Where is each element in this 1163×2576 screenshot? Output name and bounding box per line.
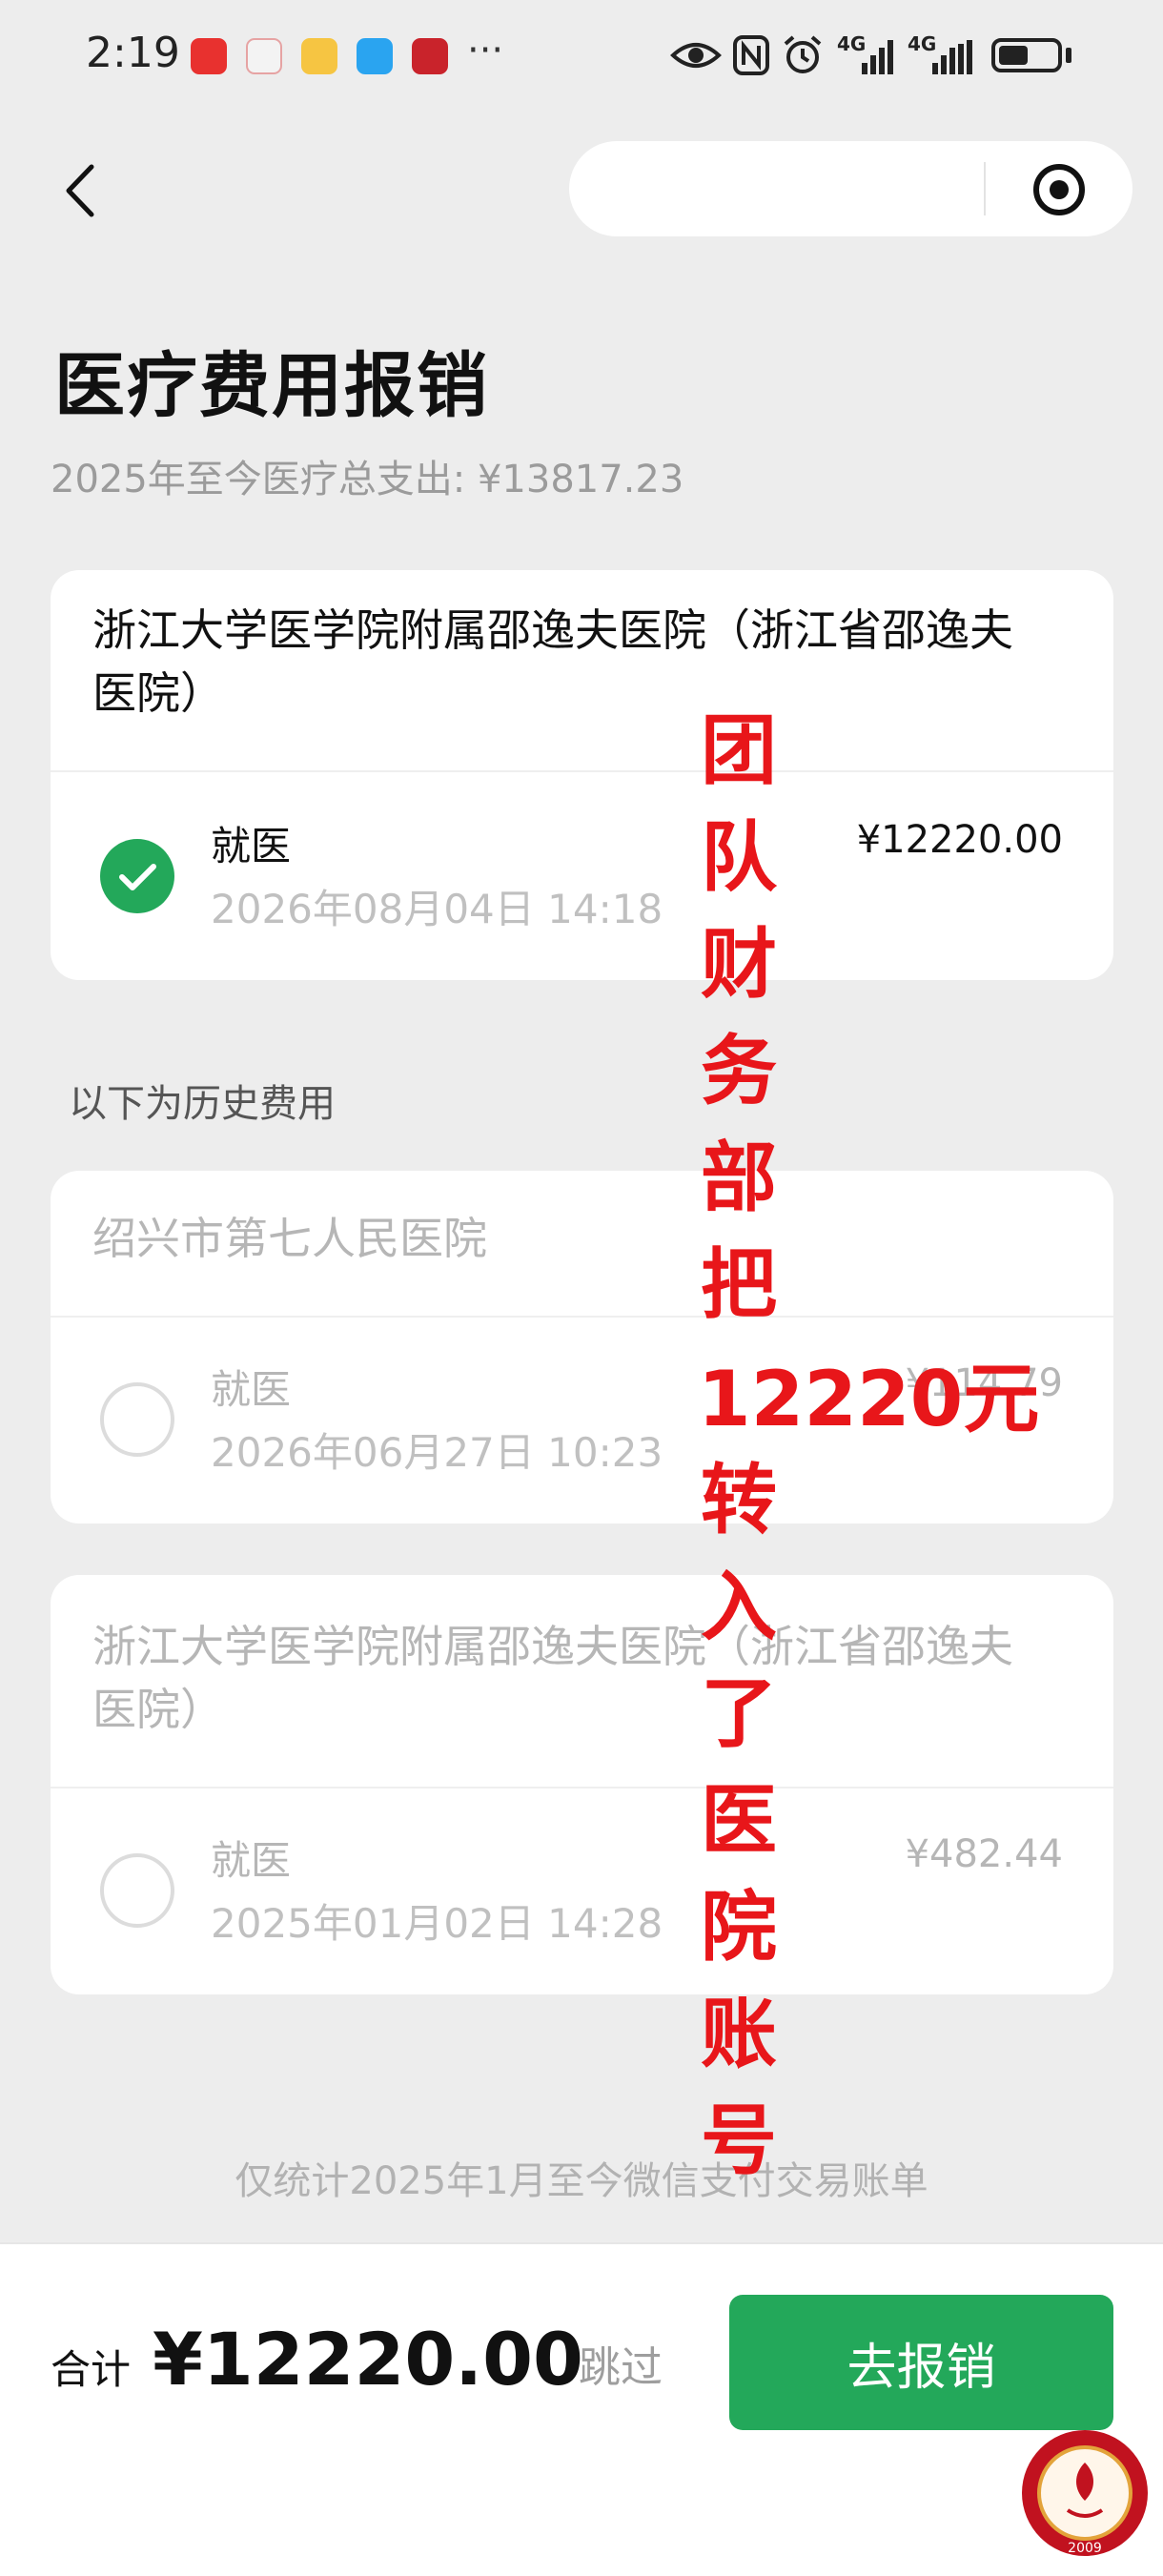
overlay-char: 团 [701, 706, 777, 795]
history-card-2[interactable]: 浙江大学医学院附属邵逸夫医院（浙江省邵逸夫医院） 就医 2025年01月02日 … [51, 1575, 1113, 1994]
overlay-char: 账 [701, 1990, 777, 2078]
total-amount: ¥12220.00 [153, 2317, 583, 2402]
unselected-check-icon[interactable] [100, 1853, 174, 1928]
expense-date: 2026年08月04日 14:18 [211, 886, 663, 932]
history-card-1[interactable]: 绍兴市第七人民医院 就医 2026年06月27日 10:23 ¥114.79 [51, 1171, 1113, 1523]
overlay-char: 入 [701, 1563, 777, 1651]
weibo-icon [301, 38, 337, 74]
skip-button[interactable]: 跳过 [579, 2333, 663, 2394]
expense-amount: ¥482.44 [905, 1832, 1063, 1876]
battery-icon [991, 38, 1062, 72]
target-icon[interactable] [1031, 162, 1087, 217]
overlay-char: 院 [701, 1883, 777, 1972]
eye-icon [670, 43, 722, 68]
overlay-number: 12220元 [698, 1355, 1040, 1443]
card-divider [51, 1787, 1113, 1789]
page-title: 医疗费用报销 [54, 345, 489, 427]
capsule-divider [984, 162, 986, 215]
expense-type: 就医 [211, 1366, 292, 1413]
overlay-char: 号 [701, 2096, 777, 2185]
status-time: 2:19 [86, 29, 180, 77]
hospital-name: 浙江大学医学院附属邵逸夫医院（浙江省邵逸夫医院） [92, 604, 1013, 719]
selected-check-icon[interactable] [100, 839, 174, 913]
card-divider [51, 770, 1113, 772]
nfc-icon [733, 35, 769, 75]
expense-type: 就医 [211, 1837, 292, 1884]
expense-type: 就医 [211, 823, 292, 869]
hospital-name: 绍兴市第七人民医院 [92, 1213, 487, 1264]
overlay-char: 了 [701, 1669, 777, 1758]
card-divider [51, 1316, 1113, 1318]
overlay-char: 财 [701, 920, 777, 1009]
signal-icon-2 [932, 40, 972, 74]
unselected-check-icon[interactable] [100, 1382, 174, 1457]
huawei-icon [191, 38, 227, 74]
overlay-char: 队 [701, 813, 777, 902]
total-spending: 2025年至今医疗总支出: ¥13817.23 [51, 458, 684, 501]
alarm-icon [784, 35, 822, 73]
back-chevron-icon[interactable] [50, 157, 116, 224]
signal-icon [862, 40, 893, 74]
overlay-char: 医 [701, 1776, 777, 1865]
red-box-icon [246, 38, 282, 74]
status-overflow: ··· [467, 29, 504, 72]
seal-year: 2009 [1068, 2541, 1102, 2556]
total-label: 合计 [51, 2346, 132, 2393]
red-circle-icon [412, 38, 448, 74]
expense-date: 2025年01月02日 14:28 [211, 1900, 663, 1947]
seal-emblem-icon: 2009 [1022, 2430, 1148, 2556]
overlay-char: 部 [701, 1134, 777, 1222]
hospital-name: 浙江大学医学院附属邵逸夫医院（浙江省邵逸夫医院） [92, 1621, 1013, 1735]
battery-nub [1066, 48, 1071, 63]
chat-bubble-icon [357, 38, 393, 74]
history-label: 以下为历史费用 [69, 1082, 336, 1126]
overlay-char: 务 [701, 1027, 777, 1115]
submit-reimbursement-button[interactable]: 去报销 [729, 2295, 1113, 2430]
expense-amount: ¥12220.00 [856, 818, 1063, 862]
overlay-char: 把 [701, 1240, 777, 1329]
expense-date: 2026年06月27日 10:23 [211, 1429, 663, 1476]
overlay-char: 转 [701, 1456, 777, 1544]
footer-note: 仅统计2025年1月至今微信支付交易账单 [235, 2159, 928, 2203]
current-expense-card[interactable]: 浙江大学医学院附属邵逸夫医院（浙江省邵逸夫医院） 就医 2026年08月04日 … [51, 570, 1113, 980]
